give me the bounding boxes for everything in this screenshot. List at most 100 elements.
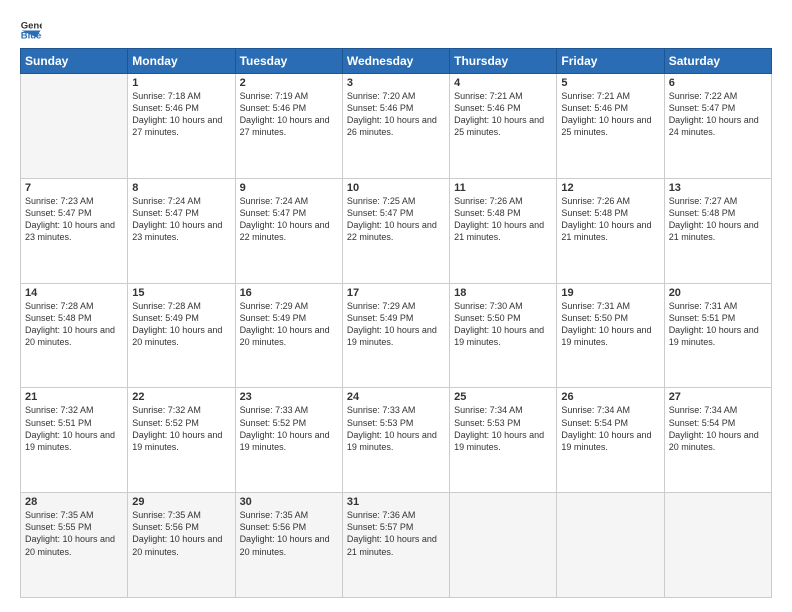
page-header: General Blue [20,18,772,40]
day-header-friday: Friday [557,49,664,74]
calendar-cell: 4 Sunrise: 7:21 AM Sunset: 5:46 PM Dayli… [450,74,557,179]
calendar-cell: 12 Sunrise: 7:26 AM Sunset: 5:48 PM Dayl… [557,178,664,283]
day-header-thursday: Thursday [450,49,557,74]
sunset-text: Sunset: 5:46 PM [347,102,445,114]
sunset-text: Sunset: 5:47 PM [669,102,767,114]
day-number: 12 [561,182,659,194]
sunset-text: Sunset: 5:49 PM [132,312,230,324]
day-number: 6 [669,77,767,89]
daylight-text: Daylight: 10 hours and 22 minutes. [240,219,338,243]
sunset-text: Sunset: 5:47 PM [240,207,338,219]
day-number: 14 [25,287,123,299]
sunrise-text: Sunrise: 7:26 AM [454,195,552,207]
day-number: 21 [25,391,123,403]
daylight-text: Daylight: 10 hours and 21 minutes. [347,533,445,557]
sunset-text: Sunset: 5:47 PM [25,207,123,219]
sunset-text: Sunset: 5:47 PM [132,207,230,219]
daylight-text: Daylight: 10 hours and 27 minutes. [240,114,338,138]
calendar-cell [557,493,664,598]
calendar-cell: 24 Sunrise: 7:33 AM Sunset: 5:53 PM Dayl… [342,388,449,493]
sunrise-text: Sunrise: 7:26 AM [561,195,659,207]
sunset-text: Sunset: 5:57 PM [347,521,445,533]
day-number: 18 [454,287,552,299]
sunset-text: Sunset: 5:47 PM [347,207,445,219]
cell-info: Sunrise: 7:34 AM Sunset: 5:54 PM Dayligh… [561,404,659,453]
daylight-text: Daylight: 10 hours and 20 minutes. [132,533,230,557]
day-number: 28 [25,496,123,508]
sunrise-text: Sunrise: 7:30 AM [454,300,552,312]
sunset-text: Sunset: 5:54 PM [561,417,659,429]
daylight-text: Daylight: 10 hours and 19 minutes. [240,429,338,453]
calendar-cell: 29 Sunrise: 7:35 AM Sunset: 5:56 PM Dayl… [128,493,235,598]
day-number: 4 [454,77,552,89]
day-number: 5 [561,77,659,89]
calendar-cell: 10 Sunrise: 7:25 AM Sunset: 5:47 PM Dayl… [342,178,449,283]
calendar-week-5: 28 Sunrise: 7:35 AM Sunset: 5:55 PM Dayl… [21,493,772,598]
sunset-text: Sunset: 5:46 PM [561,102,659,114]
day-number: 11 [454,182,552,194]
calendar-cell: 13 Sunrise: 7:27 AM Sunset: 5:48 PM Dayl… [664,178,771,283]
sunrise-text: Sunrise: 7:31 AM [561,300,659,312]
sunrise-text: Sunrise: 7:31 AM [669,300,767,312]
svg-text:Blue: Blue [21,31,42,40]
calendar-cell: 5 Sunrise: 7:21 AM Sunset: 5:46 PM Dayli… [557,74,664,179]
sunset-text: Sunset: 5:56 PM [132,521,230,533]
calendar-cell: 1 Sunrise: 7:18 AM Sunset: 5:46 PM Dayli… [128,74,235,179]
calendar-week-2: 7 Sunrise: 7:23 AM Sunset: 5:47 PM Dayli… [21,178,772,283]
sunrise-text: Sunrise: 7:18 AM [132,90,230,102]
sunrise-text: Sunrise: 7:35 AM [240,509,338,521]
sunrise-text: Sunrise: 7:24 AM [240,195,338,207]
day-header-tuesday: Tuesday [235,49,342,74]
calendar-page: General Blue SundayMondayTuesdayWednesda… [0,0,792,612]
calendar-cell: 26 Sunrise: 7:34 AM Sunset: 5:54 PM Dayl… [557,388,664,493]
day-number: 7 [25,182,123,194]
day-number: 16 [240,287,338,299]
cell-info: Sunrise: 7:20 AM Sunset: 5:46 PM Dayligh… [347,90,445,139]
sunrise-text: Sunrise: 7:35 AM [132,509,230,521]
day-header-sunday: Sunday [21,49,128,74]
day-number: 22 [132,391,230,403]
day-header-saturday: Saturday [664,49,771,74]
day-number: 23 [240,391,338,403]
day-number: 19 [561,287,659,299]
sunset-text: Sunset: 5:52 PM [132,417,230,429]
cell-info: Sunrise: 7:26 AM Sunset: 5:48 PM Dayligh… [561,195,659,244]
cell-info: Sunrise: 7:36 AM Sunset: 5:57 PM Dayligh… [347,509,445,558]
calendar-week-3: 14 Sunrise: 7:28 AM Sunset: 5:48 PM Dayl… [21,283,772,388]
sunrise-text: Sunrise: 7:28 AM [132,300,230,312]
sunrise-text: Sunrise: 7:21 AM [454,90,552,102]
cell-info: Sunrise: 7:28 AM Sunset: 5:49 PM Dayligh… [132,300,230,349]
calendar-cell [21,74,128,179]
sunrise-text: Sunrise: 7:29 AM [347,300,445,312]
cell-info: Sunrise: 7:24 AM Sunset: 5:47 PM Dayligh… [240,195,338,244]
sunset-text: Sunset: 5:49 PM [240,312,338,324]
calendar-cell: 16 Sunrise: 7:29 AM Sunset: 5:49 PM Dayl… [235,283,342,388]
daylight-text: Daylight: 10 hours and 23 minutes. [132,219,230,243]
sunrise-text: Sunrise: 7:21 AM [561,90,659,102]
sunrise-text: Sunrise: 7:34 AM [561,404,659,416]
day-number: 2 [240,77,338,89]
cell-info: Sunrise: 7:32 AM Sunset: 5:51 PM Dayligh… [25,404,123,453]
daylight-text: Daylight: 10 hours and 26 minutes. [347,114,445,138]
calendar-cell: 22 Sunrise: 7:32 AM Sunset: 5:52 PM Dayl… [128,388,235,493]
cell-info: Sunrise: 7:31 AM Sunset: 5:51 PM Dayligh… [669,300,767,349]
day-number: 3 [347,77,445,89]
calendar-cell [664,493,771,598]
sunset-text: Sunset: 5:51 PM [669,312,767,324]
sunrise-text: Sunrise: 7:20 AM [347,90,445,102]
daylight-text: Daylight: 10 hours and 25 minutes. [561,114,659,138]
daylight-text: Daylight: 10 hours and 19 minutes. [132,429,230,453]
cell-info: Sunrise: 7:22 AM Sunset: 5:47 PM Dayligh… [669,90,767,139]
calendar-cell: 21 Sunrise: 7:32 AM Sunset: 5:51 PM Dayl… [21,388,128,493]
sunset-text: Sunset: 5:55 PM [25,521,123,533]
day-number: 27 [669,391,767,403]
cell-info: Sunrise: 7:23 AM Sunset: 5:47 PM Dayligh… [25,195,123,244]
sunrise-text: Sunrise: 7:34 AM [454,404,552,416]
cell-info: Sunrise: 7:31 AM Sunset: 5:50 PM Dayligh… [561,300,659,349]
cell-info: Sunrise: 7:19 AM Sunset: 5:46 PM Dayligh… [240,90,338,139]
sunset-text: Sunset: 5:48 PM [669,207,767,219]
daylight-text: Daylight: 10 hours and 21 minutes. [669,219,767,243]
sunrise-text: Sunrise: 7:32 AM [25,404,123,416]
daylight-text: Daylight: 10 hours and 20 minutes. [132,324,230,348]
cell-info: Sunrise: 7:33 AM Sunset: 5:53 PM Dayligh… [347,404,445,453]
